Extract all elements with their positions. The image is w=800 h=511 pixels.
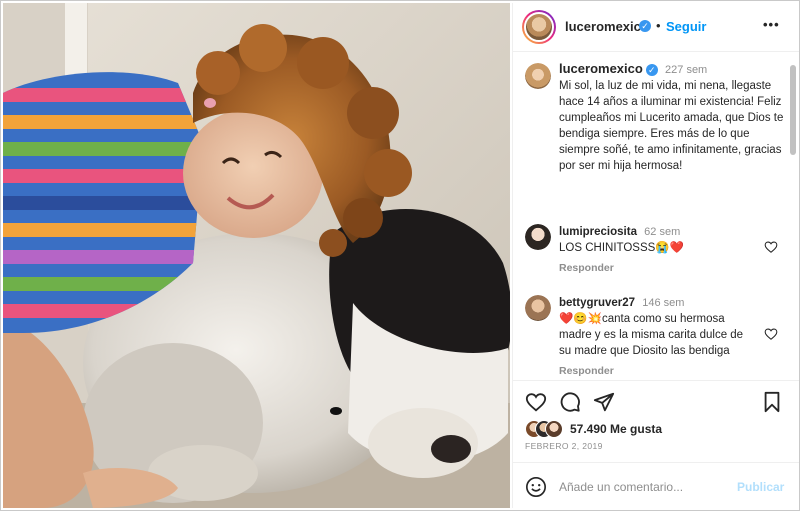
comment-like-icon[interactable] xyxy=(764,240,778,254)
bookmark-icon[interactable] xyxy=(761,391,783,413)
comment-icon[interactable] xyxy=(559,391,581,413)
author-avatar[interactable] xyxy=(522,10,556,44)
comments-list[interactable]: luceromexico ✓ 227 sem Mi sol, la luz de … xyxy=(513,52,792,380)
comment-text: ❤️😊💥canta como su hermosa madre y es la … xyxy=(559,313,744,357)
commenter-avatar[interactable] xyxy=(525,295,551,321)
comment-body: bettygruver27 146 sem ❤️😊💥canta como su … xyxy=(559,295,757,359)
post-modal: luceromexico ✓ • Seguir ••• luceromexico… xyxy=(0,0,800,511)
reply-button[interactable]: Responder xyxy=(559,262,614,274)
comments-scrollbar[interactable] xyxy=(789,55,797,377)
header-separator: • xyxy=(656,18,661,33)
post-date[interactable]: FEBRERO 2, 2019 xyxy=(525,441,603,451)
commenter-avatar[interactable] xyxy=(525,224,551,250)
post-header: luceromexico ✓ • Seguir ••• xyxy=(513,3,799,52)
comment-composer: Añade un comentario... Publicar xyxy=(513,462,799,509)
comment-text: LOS CHINITOSSS😭❤️ xyxy=(559,242,684,254)
caption-avatar[interactable] xyxy=(525,63,551,89)
comment-username[interactable]: bettygruver27 xyxy=(559,297,635,309)
caption-time[interactable]: 227 sem xyxy=(665,64,707,76)
more-icon[interactable]: ••• xyxy=(763,17,780,32)
likers-avatars[interactable] xyxy=(525,420,565,438)
post-photo-image xyxy=(3,3,510,508)
caption-username[interactable]: luceromexico xyxy=(559,61,643,76)
verified-icon: ✓ xyxy=(645,63,658,76)
comment-username[interactable]: lumipreciosita xyxy=(559,226,637,238)
likes-count[interactable]: 57.490 Me gusta xyxy=(570,422,662,436)
comment-body: lumipreciosita 62 sem LOS CHINITOSSS😭❤️ xyxy=(559,224,757,256)
comment-input[interactable]: Añade un comentario... xyxy=(559,480,683,494)
caption: luceromexico ✓ 227 sem Mi sol, la luz de … xyxy=(559,61,784,174)
post-actions: 57.490 Me gusta FEBRERO 2, 2019 xyxy=(513,380,799,461)
emoji-icon[interactable] xyxy=(525,476,547,498)
comment-like-icon[interactable] xyxy=(764,327,778,341)
verified-icon: ✓ xyxy=(639,20,651,32)
comment-time[interactable]: 146 sem xyxy=(642,297,684,309)
reply-button[interactable]: Responder xyxy=(559,365,614,377)
publish-button[interactable]: Publicar xyxy=(737,480,784,494)
post-sidebar: luceromexico ✓ • Seguir ••• luceromexico… xyxy=(512,3,799,508)
post-photo[interactable] xyxy=(3,3,510,508)
author-username[interactable]: luceromexico xyxy=(565,19,649,34)
comment-time[interactable]: 62 sem xyxy=(644,226,680,238)
scrollbar-thumb[interactable] xyxy=(790,65,796,155)
caption-text: Mi sol, la luz de mi vida, mi nena, lleg… xyxy=(559,80,784,172)
heart-icon[interactable] xyxy=(525,391,547,413)
follow-button[interactable]: Seguir xyxy=(666,19,706,34)
share-icon[interactable] xyxy=(593,391,615,413)
